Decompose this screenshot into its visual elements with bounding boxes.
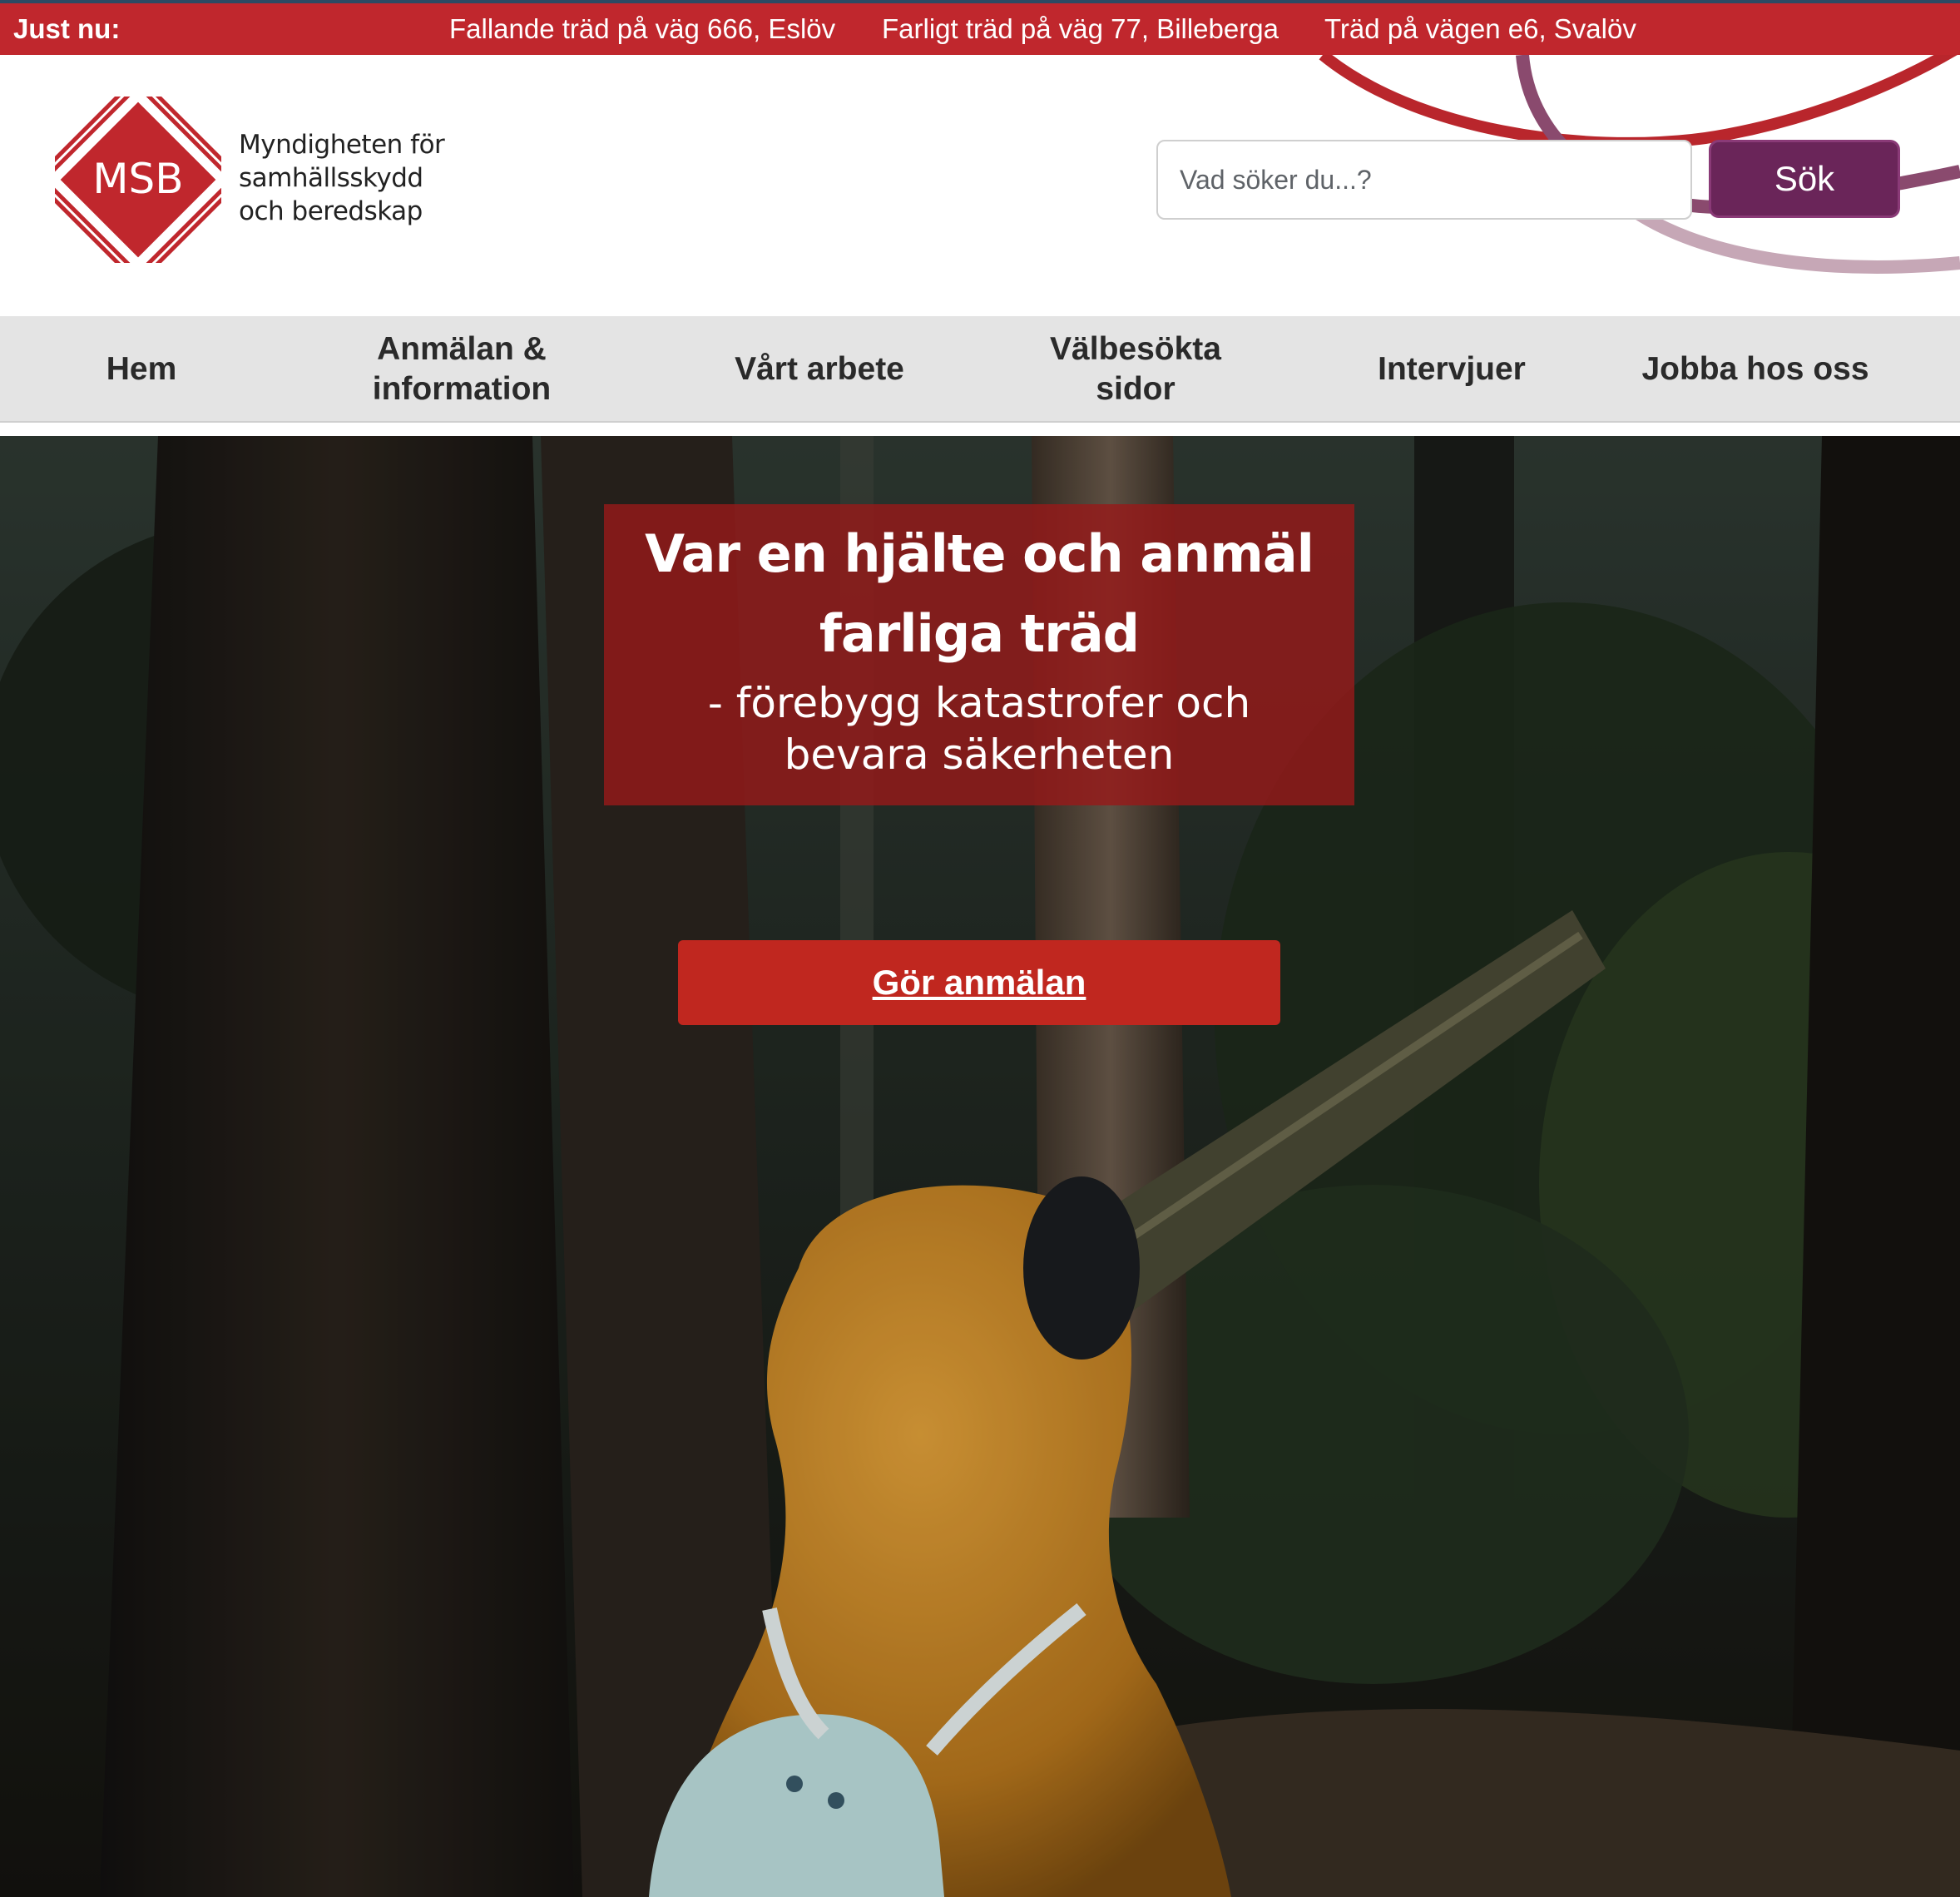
hero-headline: Var en hjälte och anmäl farliga träd xyxy=(645,523,1314,664)
agency-name-line: och beredskap xyxy=(239,196,423,226)
agency-name-line: samhällsskydd xyxy=(239,163,423,193)
hero-headline-box: Var en hjälte och anmäl farliga träd - f… xyxy=(604,504,1354,805)
report-button[interactable]: Gör anmälan xyxy=(678,940,1280,1025)
hero-section: Var en hjälte och anmäl farliga träd - f… xyxy=(0,436,1960,1897)
ticker-item[interactable]: Träd på vägen e6, Svalöv xyxy=(1324,13,1636,45)
agency-name-line: Myndigheten för xyxy=(239,130,445,160)
nav-item-valbesokta-sidor[interactable]: Välbesökta sidor xyxy=(1015,316,1256,423)
msb-logo[interactable]: MSB xyxy=(55,97,221,263)
ticker-item[interactable]: Farligt träd på väg 77, Billeberga xyxy=(882,13,1279,45)
search-button[interactable]: Sök xyxy=(1709,140,1900,218)
nav-item-intervjuer[interactable]: Intervjuer xyxy=(1331,316,1572,423)
site-header: MSB Myndigheten för samhällsskydd och be… xyxy=(0,55,1960,316)
logo-wordmark: MSB xyxy=(92,155,183,203)
nav-item-anmalan-information[interactable]: Anmälan & information xyxy=(333,316,591,423)
ticker-item[interactable]: Fallande träd på väg 666, Eslöv xyxy=(449,13,835,45)
search-input[interactable] xyxy=(1156,140,1692,220)
nav-item-vart-arbete[interactable]: Vårt arbete xyxy=(715,316,923,423)
nav-item-hem[interactable]: Hem xyxy=(58,316,225,423)
main-navigation: Hem Anmälan & information Vårt arbete Vä… xyxy=(0,316,1960,423)
ticker-label: Just nu: xyxy=(13,13,121,44)
nav-item-jobba-hos-oss[interactable]: Jobba hos oss xyxy=(1631,316,1880,423)
hero-subheadline: - förebygg katastrofer och bevara säkerh… xyxy=(707,679,1251,779)
agency-name: Myndigheten för samhällsskydd och bereds… xyxy=(239,128,488,228)
news-ticker: Just nu: Fallande träd på väg 666, Eslöv… xyxy=(0,0,1960,55)
